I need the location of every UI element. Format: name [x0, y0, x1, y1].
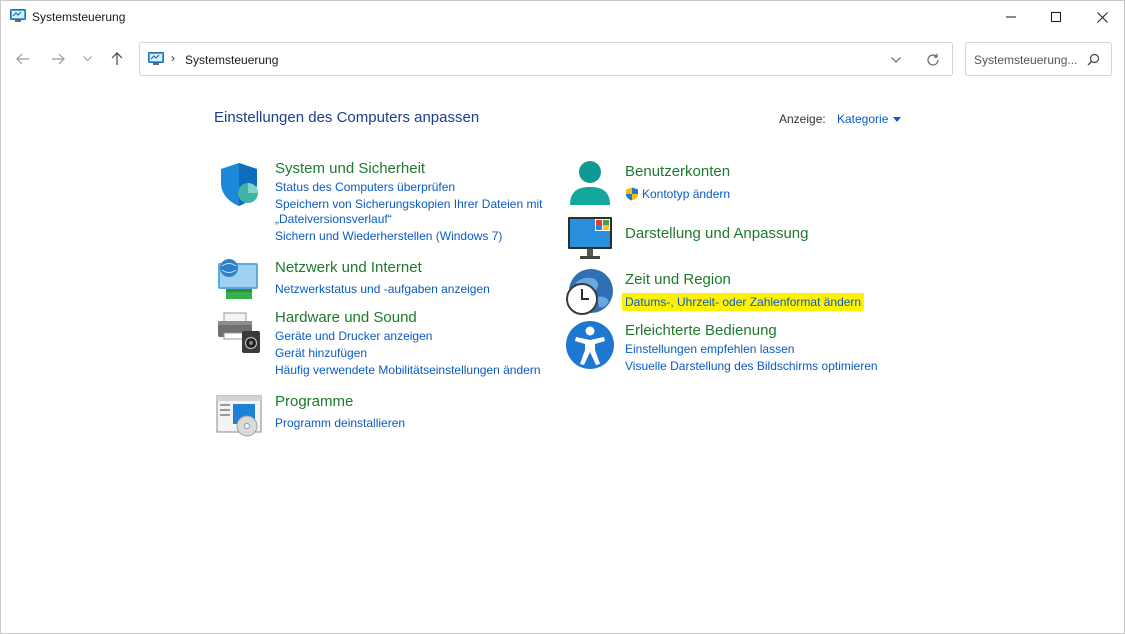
control-panel-icon	[148, 52, 164, 71]
link-devices-printers[interactable]: Geräte und Drucker anzeigen	[275, 328, 432, 344]
accessibility-icon[interactable]	[565, 320, 615, 370]
close-button[interactable]	[1079, 1, 1125, 33]
arrow-left-icon	[16, 53, 29, 65]
globe-clock-icon[interactable]	[565, 267, 615, 317]
link-mobility-settings[interactable]: Häufig verwendete Mobilitätseinstellunge…	[275, 362, 541, 378]
window-title: Systemsteuerung	[32, 10, 126, 24]
link-change-account-type-label[interactable]: Kontotyp ändern	[642, 186, 730, 202]
uac-shield-icon	[626, 187, 638, 201]
link-optimize-display[interactable]: Visuelle Darstellung des Bildschirms opt…	[625, 358, 878, 374]
link-change-date-time-format-label[interactable]: Datums-, Uhrzeit- oder Zahlenformat ände…	[622, 293, 865, 311]
back-button[interactable]	[9, 45, 37, 73]
maximize-button[interactable]	[1033, 1, 1079, 33]
category-title-network[interactable]: Netzwerk und Internet	[275, 259, 422, 276]
link-file-history-backup-cont[interactable]: „Dateiversionsverlauf“	[275, 211, 392, 227]
forward-button[interactable]	[44, 45, 72, 73]
category-title-hardware[interactable]: Hardware und Sound	[275, 309, 417, 326]
view-label: Anzeige:	[779, 112, 826, 126]
category-title-accounts[interactable]: Benutzerkonten	[625, 163, 730, 180]
refresh-icon	[927, 53, 939, 66]
link-change-account-type[interactable]: Kontotyp ändern	[625, 186, 730, 202]
user-icon[interactable]	[565, 159, 615, 209]
link-file-history-backup[interactable]: Speichern von Sicherungskopien Ihrer Dat…	[275, 196, 542, 212]
link-backup-restore[interactable]: Sichern und Wiederherstellen (Windows 7)	[275, 228, 502, 244]
title-bar: Systemsteuerung	[1, 1, 1124, 33]
link-recommend-settings[interactable]: Einstellungen empfehlen lassen	[625, 341, 794, 357]
search-icon[interactable]	[1087, 53, 1100, 71]
category-title-system[interactable]: System und Sicherheit	[275, 160, 425, 177]
monitor-icon[interactable]	[565, 213, 615, 263]
link-change-date-time-format[interactable]: Datums-, Uhrzeit- oder Zahlenformat ände…	[622, 293, 865, 311]
link-network-status[interactable]: Netzwerkstatus und -aufgaben anzeigen	[275, 281, 490, 297]
arrow-right-icon	[52, 53, 65, 65]
search-box[interactable]	[965, 42, 1112, 76]
chevron-down-icon	[891, 57, 901, 63]
recent-locations-button[interactable]	[75, 45, 99, 73]
breadcrumb-systemsteuerung[interactable]: Systemsteuerung	[185, 53, 278, 67]
link-add-device[interactable]: Gerät hinzufügen	[275, 345, 367, 361]
address-bar[interactable]: › Systemsteuerung	[139, 42, 953, 76]
link-uninstall-program[interactable]: Programm deinstallieren	[275, 415, 405, 431]
minimize-icon	[1006, 16, 1016, 18]
shield-icon[interactable]	[214, 159, 264, 209]
category-title-programs[interactable]: Programme	[275, 393, 353, 410]
navigation-bar: › Systemsteuerung	[1, 37, 1124, 81]
up-button[interactable]	[103, 45, 131, 73]
category-title-ease[interactable]: Erleichterte Bedienung	[625, 322, 777, 339]
view-mode-dropdown[interactable]: Kategorie	[837, 112, 902, 126]
arrow-up-icon	[111, 52, 123, 65]
network-globe-icon[interactable]	[214, 255, 264, 305]
control-panel-window: Systemsteuerung › Systemsteuerung System…	[0, 0, 1125, 634]
printer-icon[interactable]	[214, 307, 264, 357]
close-icon	[1096, 11, 1108, 23]
minimize-button[interactable]	[988, 1, 1034, 33]
link-computer-status[interactable]: Status des Computers überprüfen	[275, 179, 455, 195]
page-title: Einstellungen des Computers anpassen	[214, 109, 480, 126]
address-dropdown-button[interactable]	[886, 51, 906, 69]
view-mode-value[interactable]: Kategorie	[837, 112, 888, 126]
refresh-button[interactable]	[922, 50, 944, 70]
programs-icon[interactable]	[214, 391, 264, 441]
control-panel-icon	[10, 9, 26, 23]
breadcrumb-separator[interactable]: ›	[171, 51, 175, 65]
category-title-appearance[interactable]: Darstellung und Anpassung	[625, 225, 808, 242]
maximize-icon	[1051, 12, 1061, 22]
category-title-time[interactable]: Zeit und Region	[625, 271, 731, 288]
caret-down-icon[interactable]	[893, 117, 902, 122]
chevron-down-icon	[82, 56, 92, 62]
search-input[interactable]	[974, 51, 1082, 69]
